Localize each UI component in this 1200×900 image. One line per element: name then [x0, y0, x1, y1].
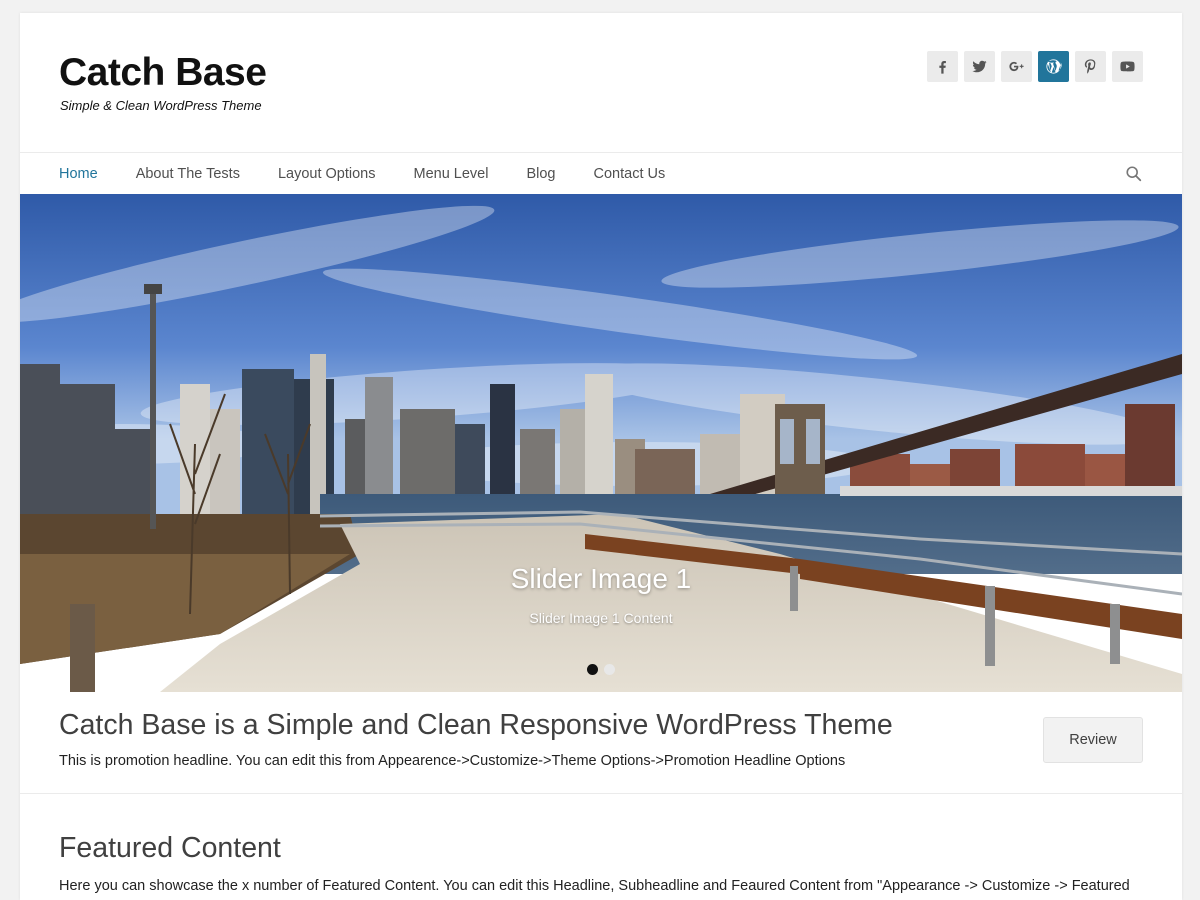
site-tagline: Simple & Clean WordPress Theme	[60, 98, 262, 113]
twitter-icon[interactable]	[964, 51, 995, 82]
featured-content-text: Here you can showcase the x number of Fe…	[59, 878, 1130, 894]
slide-content: Slider Image 1 Content	[529, 610, 673, 626]
slide-title[interactable]: Slider Image 1	[20, 563, 1182, 595]
featured-slider: Slider Image 1 Slider Image 1 Content	[20, 194, 1182, 692]
main-navigation: Home About The Tests Layout Options Menu…	[20, 152, 1182, 194]
pinterest-icon[interactable]	[1075, 51, 1106, 82]
featured-content-title: Featured Content	[59, 832, 281, 864]
slider-dot-1[interactable]	[587, 664, 598, 675]
search-icon[interactable]	[1125, 165, 1143, 183]
promotion-text: This is promotion headline. You can edit…	[59, 753, 846, 769]
nav-item-about-the-tests[interactable]: About The Tests	[136, 166, 240, 182]
site-title[interactable]: Catch Base	[59, 51, 267, 95]
page-container: Catch Base Simple & Clean WordPress Them…	[20, 13, 1182, 900]
facebook-icon[interactable]	[927, 51, 958, 82]
wordpress-icon[interactable]	[1038, 51, 1069, 82]
nav-item-blog[interactable]: Blog	[526, 166, 555, 182]
promotion-headline: Catch Base is a Simple and Clean Respons…	[20, 692, 1182, 794]
social-links	[927, 51, 1143, 82]
slider-dot-2[interactable]	[604, 664, 615, 675]
slider-pager	[587, 664, 615, 675]
nav-item-contact-us[interactable]: Contact Us	[594, 166, 666, 182]
nav-item-layout-options[interactable]: Layout Options	[278, 166, 376, 182]
review-button[interactable]: Review	[1043, 717, 1143, 763]
nav-item-menu-level[interactable]: Menu Level	[414, 166, 489, 182]
site-header: Catch Base Simple & Clean WordPress Them…	[20, 13, 1182, 152]
youtube-icon[interactable]	[1112, 51, 1143, 82]
google-plus-icon[interactable]	[1001, 51, 1032, 82]
nav-menu: Home About The Tests Layout Options Menu…	[59, 153, 703, 194]
nav-item-home[interactable]: Home	[59, 166, 98, 182]
promotion-title: Catch Base is a Simple and Clean Respons…	[59, 709, 893, 741]
